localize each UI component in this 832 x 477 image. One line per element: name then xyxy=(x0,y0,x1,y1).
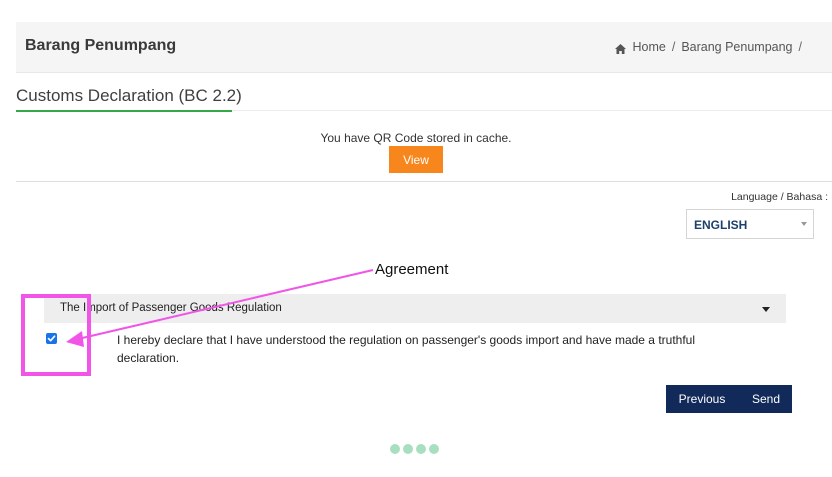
section-divider xyxy=(232,110,832,111)
checkmark-icon xyxy=(47,335,56,342)
loading-indicator xyxy=(390,444,439,454)
chevron-down-icon xyxy=(801,222,807,226)
annotation-arrowhead xyxy=(66,331,84,347)
app-title: Barang Penumpang xyxy=(25,37,177,54)
breadcrumb: Home / Barang Penumpang / xyxy=(615,40,802,54)
qr-cache-message: You have QR Code stored in cache. xyxy=(320,131,512,145)
agreement-text: I hereby declare that I have understood … xyxy=(117,333,695,365)
previous-button[interactable]: Previous xyxy=(674,385,730,413)
loading-dot xyxy=(429,444,439,454)
language-selected-value: ENGLISH xyxy=(694,218,748,232)
view-qr-button[interactable]: View xyxy=(389,146,443,173)
language-select[interactable]: ENGLISH xyxy=(686,209,814,239)
caret-down-icon xyxy=(762,307,770,312)
regulation-accordion-header[interactable]: The Import of Passenger Goods Regulation xyxy=(44,294,786,323)
send-button[interactable]: Send xyxy=(746,385,786,413)
breadcrumb-current[interactable]: Barang Penumpang xyxy=(681,40,792,54)
page-header: Barang Penumpang Home / Barang Penumpang… xyxy=(16,22,832,73)
section-title: Customs Declaration (BC 2.2) xyxy=(16,86,242,105)
loading-dot xyxy=(390,444,400,454)
section-title-underline xyxy=(16,110,232,112)
agreement-checkbox[interactable] xyxy=(46,333,57,344)
form-navigation: Previous Send xyxy=(666,385,792,413)
loading-dot xyxy=(403,444,413,454)
language-label: Language / Bahasa : xyxy=(731,191,828,203)
annotation-label: Agreement xyxy=(375,261,449,278)
divider xyxy=(16,181,832,182)
breadcrumb-separator: / xyxy=(671,40,676,54)
breadcrumb-home-link[interactable]: Home xyxy=(632,40,665,54)
home-icon xyxy=(615,43,627,54)
breadcrumb-separator: / xyxy=(798,40,802,54)
accordion-title: The Import of Passenger Goods Regulation xyxy=(60,302,282,314)
loading-dot xyxy=(416,444,426,454)
